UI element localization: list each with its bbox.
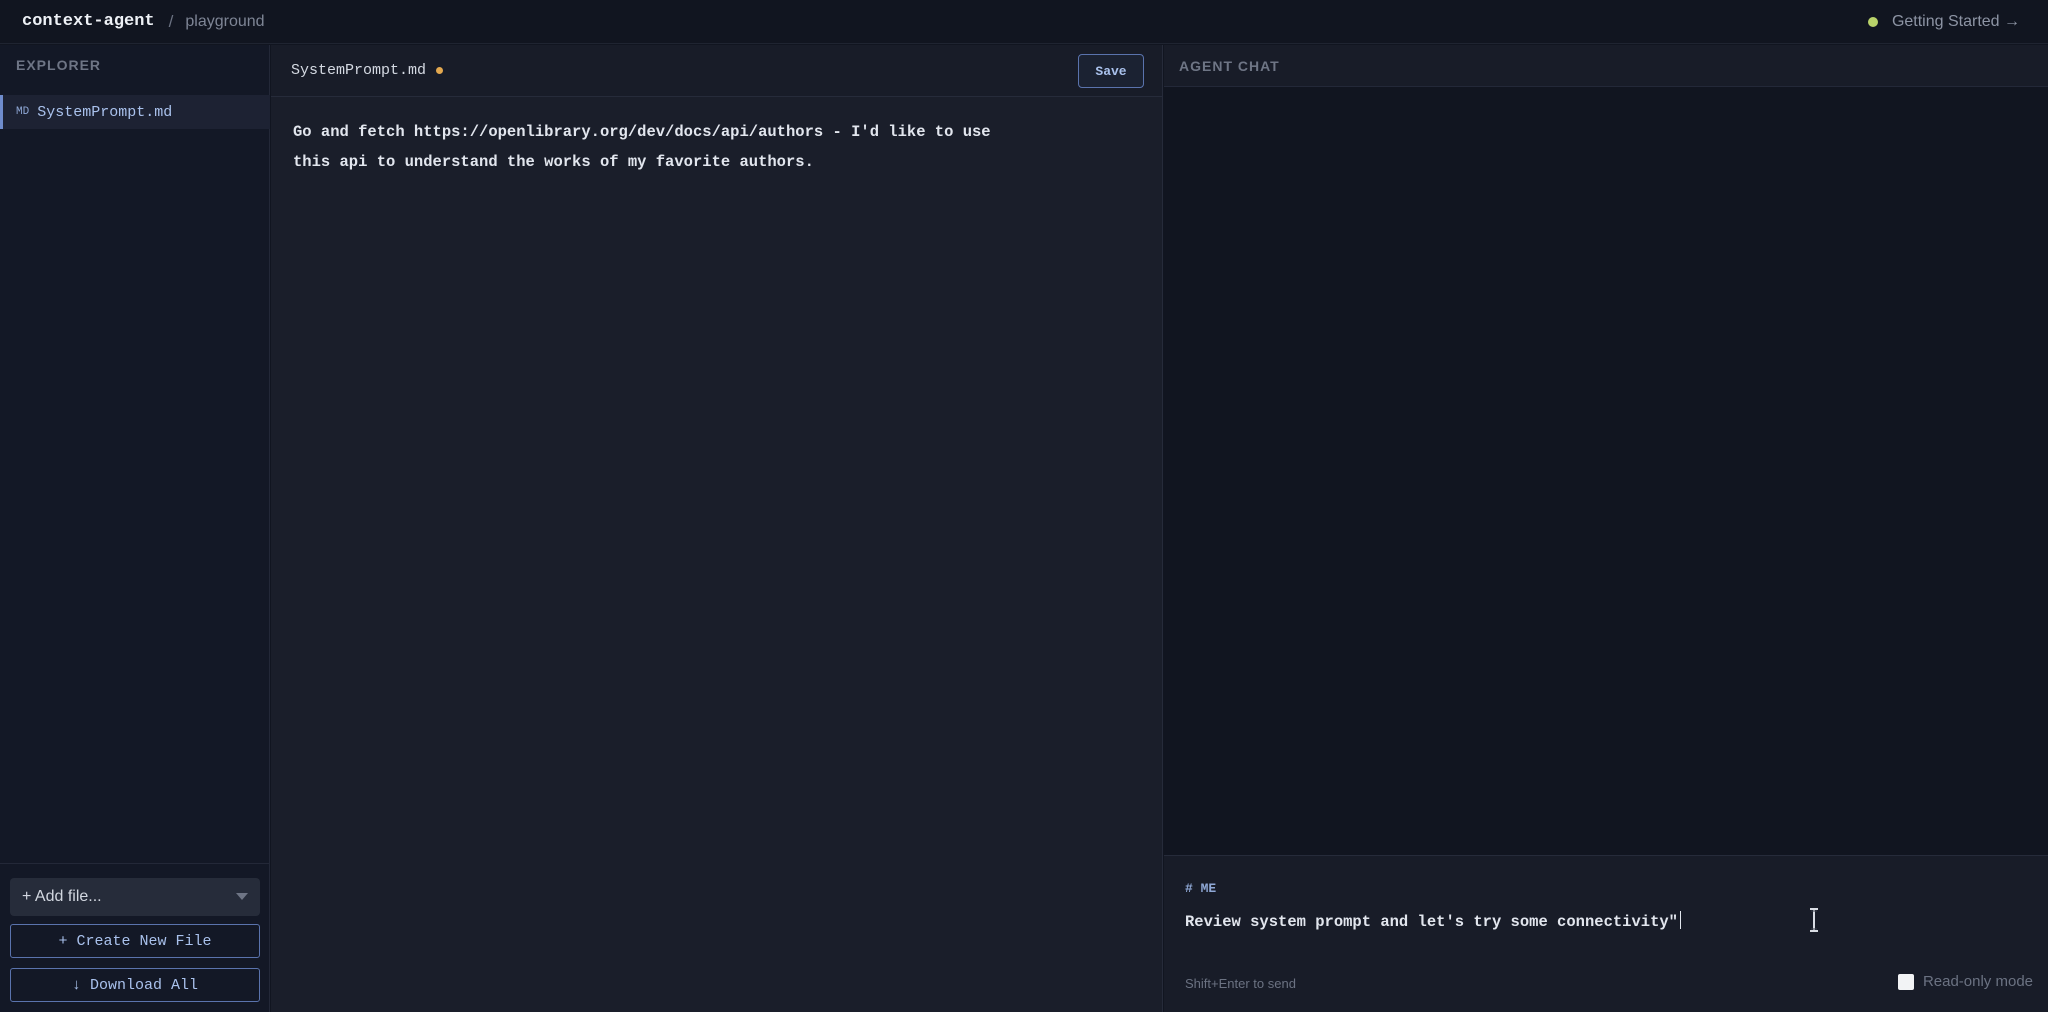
app-brand[interactable]: context-agent	[22, 12, 155, 31]
download-all-button[interactable]: ↓ Download All	[10, 968, 260, 1002]
add-file-label: + Add file...	[22, 888, 102, 905]
composer-author-label: # ME	[1185, 881, 1217, 896]
editor-panel: SystemPrompt.md Save Go and fetch https:…	[271, 45, 1163, 1012]
getting-started-label: Getting Started →	[1891, 13, 2020, 30]
top-bar: context-agent / playground Getting Start…	[0, 0, 2048, 44]
chat-composer: # ME Review system prompt and let's try …	[1164, 855, 2048, 1012]
getting-started-link[interactable]: Getting Started →	[1867, 0, 2020, 44]
explorer-actions: + Add file... + Create New File ↓ Downlo…	[0, 863, 270, 1012]
explorer-title: EXPLORER	[16, 57, 102, 73]
agent-chat-panel: AGENT CHAT # ME Review system prompt and…	[1164, 45, 2048, 1012]
file-item-label: SystemPrompt.md	[37, 103, 173, 121]
breadcrumb-playground[interactable]: playground	[185, 13, 264, 31]
markdown-file-icon: MD	[16, 106, 30, 118]
unsaved-dot-icon	[436, 67, 444, 74]
ibeam-cursor-icon	[1810, 908, 1818, 932]
status-dot-icon	[1867, 17, 1878, 27]
chevron-down-icon	[236, 893, 248, 900]
readonly-toggle[interactable]: Read-only mode	[1897, 973, 2033, 990]
breadcrumb-separator: /	[168, 11, 174, 31]
explorer-panel: EXPLORER MD SystemPrompt.md + Add file..…	[0, 45, 270, 1012]
text-caret	[1679, 911, 1682, 929]
chat-input[interactable]: Review system prompt and let's try some …	[1185, 911, 1682, 931]
add-file-select[interactable]: + Add file...	[10, 878, 260, 916]
chat-input-value: Review system prompt and let's try some …	[1185, 913, 1678, 931]
create-new-file-button[interactable]: + Create New File	[10, 924, 260, 958]
tab-systemprompt[interactable]: SystemPrompt.md	[291, 62, 426, 79]
readonly-checkbox[interactable]	[1897, 973, 1914, 990]
editor-textarea[interactable]: Go and fetch https://openlibrary.org/dev…	[293, 117, 1133, 177]
readonly-label: Read-only mode	[1922, 973, 2033, 990]
editor-tab-bar: SystemPrompt.md Save	[271, 45, 1162, 97]
save-button[interactable]: Save	[1078, 54, 1144, 88]
agent-chat-title: AGENT CHAT	[1164, 45, 2048, 87]
send-hint: Shift+Enter to send	[1185, 976, 1296, 991]
file-item-systemprompt[interactable]: MD SystemPrompt.md	[0, 95, 270, 129]
